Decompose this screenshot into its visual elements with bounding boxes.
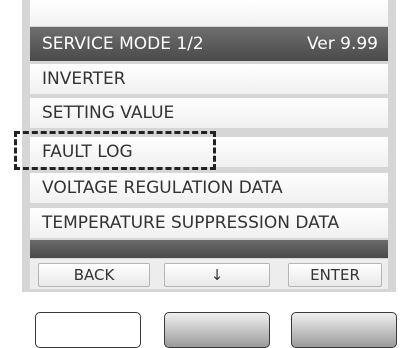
hardware-button-left[interactable]	[35, 312, 141, 348]
lcd-screen: SERVICE MODE 1/2 Ver 9.99 INVERTER SETTI…	[22, 0, 396, 292]
softkey-bar: BACK ↓ ENTER	[30, 259, 388, 289]
menu-item-setting-value[interactable]: SETTING VALUE	[30, 98, 388, 128]
screen-title: SERVICE MODE 1/2	[42, 34, 204, 54]
menu-item-fault-log[interactable]: FAULT LOG	[30, 137, 388, 167]
bottom-band	[30, 240, 388, 258]
menu-item-voltage-regulation-data[interactable]: VOLTAGE REGULATION DATA	[30, 173, 388, 203]
top-strip	[30, 0, 388, 26]
hardware-button-right[interactable]	[291, 312, 397, 348]
screen-header: SERVICE MODE 1/2 Ver 9.99	[30, 27, 388, 61]
enter-softkey[interactable]: ENTER	[288, 263, 382, 287]
menu-item-temperature-suppression-data[interactable]: TEMPERATURE SUPPRESSION DATA	[30, 208, 388, 238]
version-label: Ver 9.99	[306, 34, 378, 54]
hardware-button-middle[interactable]	[164, 312, 270, 348]
down-arrow-softkey[interactable]: ↓	[164, 263, 270, 287]
menu-item-inverter[interactable]: INVERTER	[30, 64, 388, 94]
back-softkey[interactable]: BACK	[38, 263, 150, 287]
